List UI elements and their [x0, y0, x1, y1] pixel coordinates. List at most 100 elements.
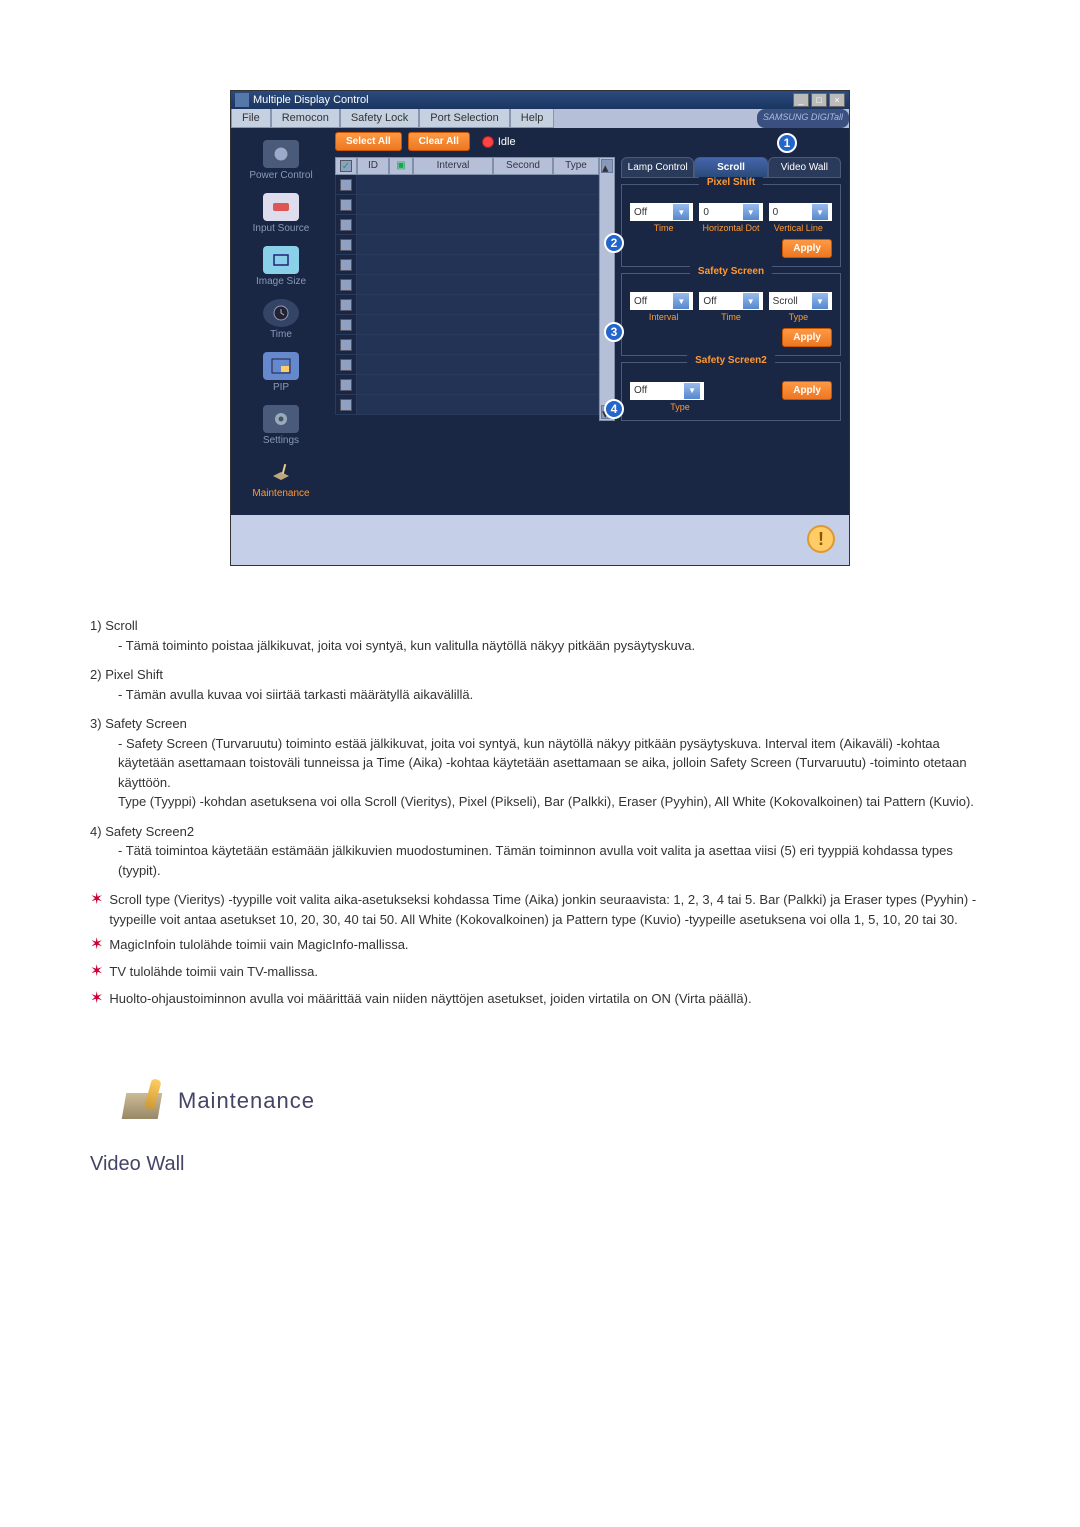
chevron-down-icon[interactable]: ▼ [812, 293, 828, 309]
sidebar-item-maintenance[interactable]: Maintenance [231, 454, 331, 507]
row-checkbox[interactable] [340, 279, 352, 291]
label-time: Time [697, 312, 764, 322]
chevron-down-icon[interactable]: ▼ [743, 204, 759, 220]
label-vline: Vertical Line [765, 223, 832, 233]
app-icon [235, 93, 249, 107]
table-row[interactable] [335, 275, 599, 295]
menu-help[interactable]: Help [510, 109, 555, 128]
pixel-shift-hdot-select[interactable]: 0▼ [699, 203, 762, 221]
table-row[interactable] [335, 175, 599, 195]
field-row: Off▼ Apply [630, 381, 832, 400]
row-checkbox[interactable] [340, 399, 352, 411]
sidebar-label: Image Size [256, 276, 306, 287]
note: ✶ Huolto-ohjaustoiminnon avulla voi määr… [90, 989, 990, 1010]
close-button[interactable]: × [829, 93, 845, 107]
th-id[interactable]: ID [357, 157, 389, 175]
table-row[interactable] [335, 395, 599, 415]
item-body: - Tämä toiminto poistaa jälkikuvat, joit… [90, 636, 990, 656]
item-title: Safety Screen2 [105, 824, 194, 839]
tab-lamp[interactable]: Lamp Control [621, 157, 694, 178]
label-type: Type [765, 312, 832, 322]
menu-remocon[interactable]: Remocon [271, 109, 340, 128]
main-area: Power Control Input Source Image Size Ti… [231, 128, 849, 515]
th-icon[interactable]: ▣ [389, 157, 413, 175]
maximize-button[interactable]: □ [811, 93, 827, 107]
label-interval: Interval [630, 312, 697, 322]
tabs: 1 Lamp Control Scroll Video Wall [621, 157, 841, 178]
chevron-down-icon[interactable]: ▼ [812, 204, 828, 220]
pixel-shift-apply-button[interactable]: Apply [782, 239, 832, 258]
row-checkbox[interactable] [340, 299, 352, 311]
menu-port-selection[interactable]: Port Selection [419, 109, 509, 128]
row-checkbox[interactable] [340, 219, 352, 231]
star-icon: ✶ [90, 935, 103, 956]
select-all-button[interactable]: Select All [335, 132, 402, 151]
table-row[interactable] [335, 355, 599, 375]
chevron-down-icon[interactable]: ▼ [684, 383, 700, 399]
sidebar-item-settings[interactable]: Settings [231, 401, 331, 454]
field-labels: Time Horizontal Dot Vertical Line [630, 223, 832, 233]
status-bar: ! [231, 515, 849, 565]
table-area: ID ▣ Interval Second Type [335, 157, 841, 421]
th-check[interactable] [335, 157, 357, 175]
check-all[interactable] [340, 160, 352, 172]
table-row[interactable] [335, 235, 599, 255]
idle-label: Idle [498, 136, 516, 148]
menu-file[interactable]: File [231, 109, 271, 128]
settings-icon [263, 405, 299, 433]
safety-time-select[interactable]: Off▼ [699, 292, 762, 310]
row-checkbox[interactable] [340, 359, 352, 371]
table-row[interactable] [335, 215, 599, 235]
minimize-button[interactable]: _ [793, 93, 809, 107]
sidebar-item-power[interactable]: Power Control [231, 136, 331, 189]
safety-interval-select[interactable]: Off▼ [630, 292, 693, 310]
tab-video[interactable]: Video Wall [768, 157, 841, 178]
pixel-shift-vline-select[interactable]: 0▼ [769, 203, 832, 221]
clear-all-button[interactable]: Clear All [408, 132, 470, 151]
safety-screen-group: 3 Safety Screen Off▼ Off▼ Scroll▼ Interv… [621, 273, 841, 356]
sidebar-item-pip[interactable]: PIP [231, 348, 331, 401]
sidebar-item-input[interactable]: Input Source [231, 189, 331, 242]
table-row[interactable] [335, 315, 599, 335]
menu-safety-lock[interactable]: Safety Lock [340, 109, 419, 128]
row-checkbox[interactable] [340, 379, 352, 391]
window-title: Multiple Display Control [253, 94, 793, 106]
sidebar-item-time[interactable]: Time [231, 295, 331, 348]
sidebar-item-image-size[interactable]: Image Size [231, 242, 331, 295]
label-hdot: Horizontal Dot [697, 223, 764, 233]
field-labels: Interval Time Type [630, 312, 832, 322]
row-checkbox[interactable] [340, 339, 352, 351]
sidebar-label: Maintenance [252, 488, 309, 499]
scroll-up-icon[interactable]: ▴ [601, 159, 613, 173]
row-checkbox[interactable] [340, 239, 352, 251]
safety-type-select[interactable]: Scroll▼ [769, 292, 832, 310]
label-time: Time [630, 223, 697, 233]
pixel-shift-time-select[interactable]: Off▼ [630, 203, 693, 221]
field-labels: Type [630, 402, 832, 412]
row-checkbox[interactable] [340, 259, 352, 271]
table-row[interactable] [335, 295, 599, 315]
row-checkbox[interactable] [340, 199, 352, 211]
safety-apply-button[interactable]: Apply [782, 328, 832, 347]
table-row[interactable] [335, 375, 599, 395]
chevron-down-icon[interactable]: ▼ [743, 293, 759, 309]
tab-scroll[interactable]: Scroll [694, 157, 767, 178]
table-row[interactable] [335, 195, 599, 215]
safety2-type-select[interactable]: Off▼ [630, 382, 704, 400]
safety-screen2-title: Safety Screen2 [687, 355, 775, 366]
chevron-down-icon[interactable]: ▼ [673, 204, 689, 220]
safety2-apply-button[interactable]: Apply [782, 381, 832, 400]
marker-2: 2 [604, 233, 624, 253]
scrollbar[interactable]: ▴ ▾ [599, 157, 615, 421]
th-second[interactable]: Second [493, 157, 553, 175]
chevron-down-icon[interactable]: ▼ [673, 293, 689, 309]
table-row[interactable] [335, 255, 599, 275]
data-table: ID ▣ Interval Second Type [335, 157, 599, 421]
toolbar: Select All Clear All Idle [335, 132, 841, 151]
th-interval[interactable]: Interval [413, 157, 493, 175]
th-type[interactable]: Type [553, 157, 599, 175]
row-checkbox[interactable] [340, 179, 352, 191]
warning-icon: ! [807, 525, 835, 553]
row-checkbox[interactable] [340, 319, 352, 331]
table-row[interactable] [335, 335, 599, 355]
